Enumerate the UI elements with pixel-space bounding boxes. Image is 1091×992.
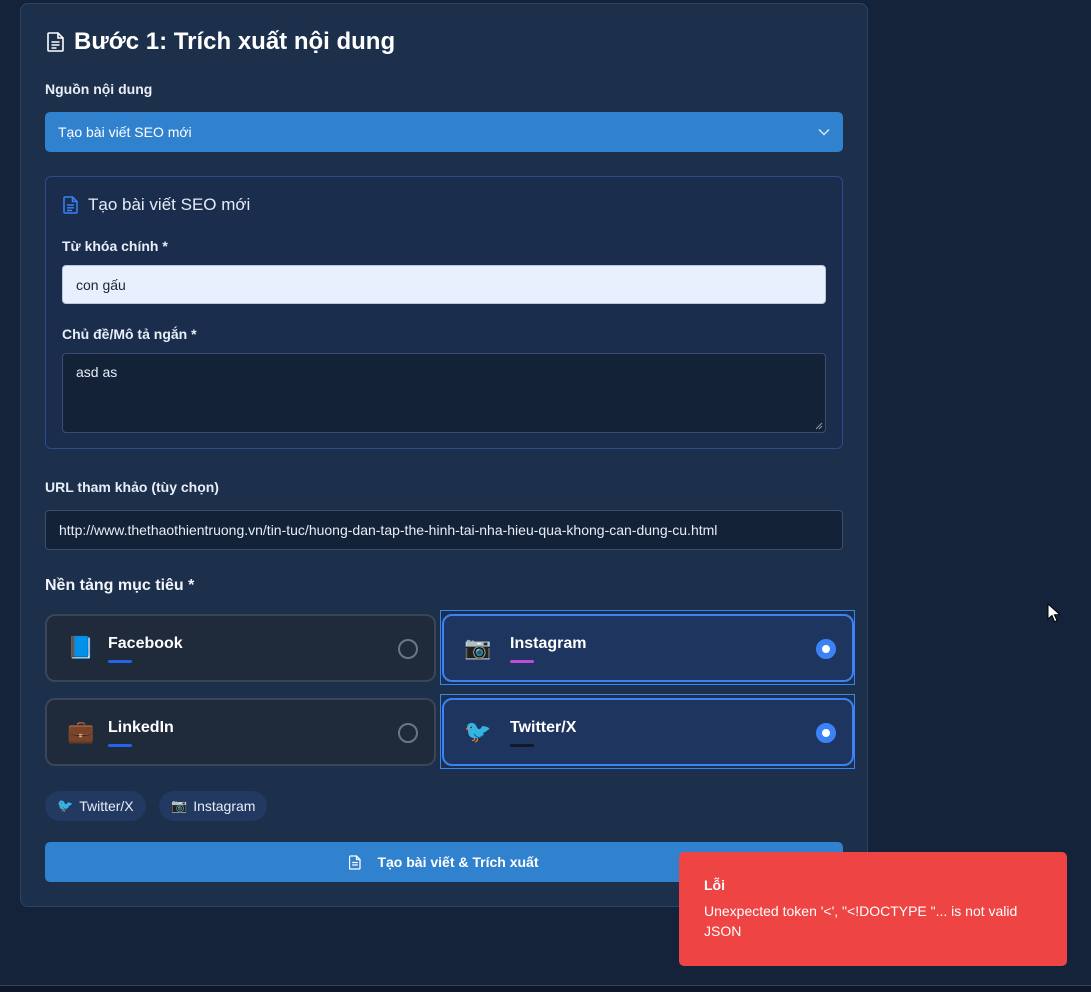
linkedin-briefcase-icon: 💼 xyxy=(67,719,95,744)
chevron-down-icon xyxy=(818,128,830,136)
step-card: Bước 1: Trích xuất nội dung Nguồn nội du… xyxy=(20,3,868,907)
platform-name: Instagram xyxy=(510,635,587,652)
platform-radio-checked[interactable] xyxy=(816,723,836,743)
keyword-label: Từ khóa chính * xyxy=(62,238,168,254)
bottom-border xyxy=(0,985,1091,992)
instagram-camera-icon: 📷 xyxy=(464,635,492,660)
reference-url-value: http://www.thethaothientruong.vn/tin-tuc… xyxy=(59,522,718,538)
platform-card-twitter[interactable]: 🐦 Twitter/X xyxy=(442,698,854,766)
instagram-camera-icon: 📷 xyxy=(171,798,188,813)
platform-radio-checked[interactable] xyxy=(816,639,836,659)
keyword-input[interactable]: con gấu xyxy=(62,265,826,304)
twitter-bird-icon: 🐦 xyxy=(57,798,74,813)
mouse-pointer-icon xyxy=(1047,603,1060,623)
selected-chip-instagram: 📷 Instagram xyxy=(159,791,268,821)
resize-grip-icon[interactable] xyxy=(815,422,823,430)
error-toast[interactable]: Lỗi Unexpected token '<', "<!DOCTYPE "..… xyxy=(679,852,1067,966)
twitter-bird-icon: 🐦 xyxy=(464,719,492,744)
platform-color-bar xyxy=(108,660,132,663)
platform-name: Facebook xyxy=(108,635,183,652)
source-select-value: Tạo bài viết SEO mới xyxy=(58,124,192,140)
document-icon xyxy=(63,196,78,214)
error-toast-message: Unexpected token '<', "<!DOCTYPE "... is… xyxy=(704,903,1018,939)
create-and-extract-label: Tạo bài viết & Trích xuất xyxy=(377,854,539,870)
source-select[interactable]: Tạo bài viết SEO mới xyxy=(45,112,843,152)
seo-form-title-text: Tạo bài viết SEO mới xyxy=(88,195,251,214)
platform-radio[interactable] xyxy=(398,639,418,659)
platform-radio[interactable] xyxy=(398,723,418,743)
step-title: Bước 1: Trích xuất nội dung xyxy=(47,28,395,56)
platform-color-bar xyxy=(510,744,534,747)
platform-card-linkedin[interactable]: 💼 LinkedIn xyxy=(45,698,436,766)
platforms-label: Nền tảng mục tiêu * xyxy=(45,577,195,594)
reference-url-label: URL tham khảo (tùy chọn) xyxy=(45,479,219,495)
error-toast-title: Lỗi xyxy=(704,877,725,893)
chip-label: Twitter/X xyxy=(79,798,134,814)
seo-form-title: Tạo bài viết SEO mới xyxy=(63,195,250,215)
platform-color-bar xyxy=(510,660,534,663)
seo-form-panel: Tạo bài viết SEO mới Từ khóa chính * con… xyxy=(45,176,843,449)
reference-url-input[interactable]: http://www.thethaothientruong.vn/tin-tuc… xyxy=(45,510,843,550)
platform-name: LinkedIn xyxy=(108,719,174,736)
document-icon xyxy=(47,32,64,52)
platform-name: Twitter/X xyxy=(510,719,577,736)
platform-color-bar xyxy=(108,744,132,747)
step-title-text: Bước 1: Trích xuất nội dung xyxy=(74,28,396,55)
topic-textarea-value: asd as xyxy=(76,364,118,380)
platform-card-instagram[interactable]: 📷 Instagram xyxy=(442,614,854,682)
keyword-input-value: con gấu xyxy=(76,276,126,293)
document-icon xyxy=(349,854,362,870)
chip-label: Instagram xyxy=(193,798,256,814)
facebook-book-icon: 📘 xyxy=(67,635,95,660)
topic-textarea[interactable]: asd as xyxy=(62,353,826,433)
source-label: Nguồn nội dung xyxy=(45,81,153,97)
topic-label: Chủ đề/Mô tả ngắn * xyxy=(62,326,197,342)
platform-card-facebook[interactable]: 📘 Facebook xyxy=(45,614,436,682)
selected-chip-twitter: 🐦 Twitter/X xyxy=(45,791,146,821)
